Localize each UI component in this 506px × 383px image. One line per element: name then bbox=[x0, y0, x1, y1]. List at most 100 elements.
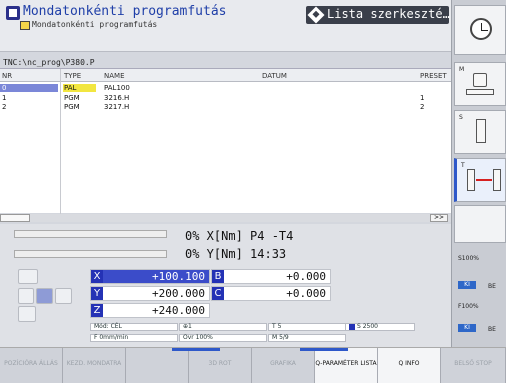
table-row[interactable]: 2 PGM 3217.H 2 bbox=[0, 103, 451, 111]
t-button[interactable]: T bbox=[454, 158, 506, 202]
axis-z-label: Z bbox=[91, 304, 103, 317]
scroll-right-button[interactable]: >> bbox=[430, 214, 448, 222]
right-small-button[interactable] bbox=[55, 288, 72, 304]
machine-base-icon bbox=[466, 89, 494, 95]
cell-name[interactable]: 3217.H bbox=[104, 103, 129, 111]
secondary-mode-label: Lista szerkeszté… bbox=[327, 7, 450, 21]
axis-x: X +100.100 bbox=[90, 269, 210, 284]
tool-axis-info: ⊕1 bbox=[179, 323, 267, 331]
mode-info: Mód: CÉL bbox=[90, 323, 178, 331]
cell-preset[interactable]: 1 bbox=[420, 94, 424, 102]
tool-info: T 5 bbox=[268, 323, 346, 331]
cell-nr[interactable]: 2 bbox=[2, 103, 6, 111]
axis-z-value: +240.000 bbox=[152, 304, 205, 317]
m-function-info: M 5/9 bbox=[268, 334, 346, 342]
axis-c-value: +0.000 bbox=[286, 287, 326, 300]
tool-axis-value: 1 bbox=[188, 323, 192, 330]
left-small-button[interactable] bbox=[18, 288, 34, 304]
axis-x-label: X bbox=[91, 270, 103, 283]
axis-b-value: +0.000 bbox=[286, 270, 326, 283]
axis-x-value: +100.100 bbox=[152, 270, 205, 283]
col-type: TYPE bbox=[64, 72, 82, 80]
tool-change-arrow-icon bbox=[476, 179, 492, 181]
pallet-table[interactable]: NR TYPE NAME DATUM PRESET 0 PAL PAL100 1… bbox=[0, 68, 451, 214]
axis-y-value: +200.000 bbox=[152, 287, 205, 300]
load-bar-x bbox=[14, 230, 167, 238]
clock-button[interactable] bbox=[454, 5, 506, 55]
cell-name[interactable]: 3216.H bbox=[104, 94, 129, 102]
spindle-info: S 2500 bbox=[345, 323, 415, 331]
feed-override-label: F100% bbox=[458, 303, 479, 310]
softkey-graphics[interactable]: GRAFIKA bbox=[252, 348, 315, 383]
machine-icon bbox=[473, 73, 487, 87]
col-preset: PRESET bbox=[420, 72, 447, 80]
horizontal-scrollbar[interactable]: >> bbox=[0, 214, 451, 222]
load-bar-y bbox=[14, 250, 167, 258]
cell-type[interactable]: PAL bbox=[63, 84, 96, 92]
softkey-q-info[interactable]: Q INFO bbox=[378, 348, 441, 383]
softkey-3d-rot[interactable]: 3D ROT bbox=[189, 348, 252, 383]
header: Mondatonkénti programfutás Mondatonkénti… bbox=[0, 0, 451, 52]
spindle-be[interactable]: BE bbox=[488, 283, 496, 290]
edit-mode-icon bbox=[307, 6, 325, 24]
softkey-empty[interactable] bbox=[126, 348, 189, 383]
col-datum: DATUM bbox=[262, 72, 287, 80]
cell-type[interactable]: PGM bbox=[64, 94, 80, 102]
tool-left-icon bbox=[467, 169, 475, 191]
softkey-level-indicator bbox=[172, 348, 220, 351]
scroll-thumb[interactable] bbox=[0, 214, 30, 222]
table-row[interactable]: 0 PAL PAL100 bbox=[0, 84, 451, 92]
spindle-override-label: S100% bbox=[458, 255, 479, 262]
status-line-1: 0% X[Nm] P4 -T4 bbox=[185, 229, 294, 243]
axis-b-label: B bbox=[212, 270, 224, 283]
feed-be[interactable]: BE bbox=[488, 326, 496, 333]
table-header: NR TYPE NAME DATUM PRESET bbox=[0, 69, 451, 82]
tool-right-icon bbox=[493, 169, 501, 191]
axis-c: C +0.000 bbox=[211, 286, 331, 301]
clock-icon bbox=[470, 18, 492, 40]
right-softkey-panel: M S T S100% KI BE F100% KI BE bbox=[451, 0, 506, 347]
refresh-button[interactable] bbox=[18, 269, 38, 284]
settings-button[interactable] bbox=[36, 288, 53, 304]
feed-info: F 0mm/min bbox=[90, 334, 178, 342]
table-row[interactable]: 1 PGM 3216.H 1 bbox=[0, 94, 451, 102]
m-button[interactable]: M bbox=[454, 62, 506, 106]
cell-nr[interactable]: 0 bbox=[0, 84, 58, 92]
axis-y: Y +200.000 bbox=[90, 286, 210, 301]
spindle-value: S 2500 bbox=[357, 323, 378, 330]
softkey-internal-stop[interactable]: BELSŐ STOP bbox=[441, 348, 506, 383]
softkey-start-block[interactable]: KEZD. MONDATRA bbox=[63, 348, 126, 383]
softkey-level-indicator bbox=[300, 348, 348, 351]
softkey-q-parameter-list[interactable]: Q-PARAMÉTER LISTA bbox=[315, 348, 378, 383]
softkey-positioning[interactable]: POZÍCIÓRA ÁLLÁS bbox=[0, 348, 63, 383]
file-path: TNC:\nc_prog\P380.P bbox=[3, 58, 95, 67]
position-display: X +100.100 Y +200.000 Z +240.000 B +0.00… bbox=[0, 266, 451, 347]
cell-nr[interactable]: 1 bbox=[2, 94, 6, 102]
status-line-2: 0% Y[Nm] 14:33 bbox=[185, 247, 287, 261]
lower-small-button[interactable] bbox=[18, 306, 36, 322]
mode-subtitle: Mondatonkénti programfutás bbox=[32, 20, 158, 29]
override-info: Ovr 100% bbox=[179, 334, 267, 342]
cell-preset[interactable]: 2 bbox=[420, 103, 424, 111]
spindle-icon bbox=[349, 324, 355, 330]
cell-type[interactable]: PGM bbox=[64, 103, 80, 111]
axis-b: B +0.000 bbox=[211, 269, 331, 284]
feed-ki[interactable]: KI bbox=[458, 324, 476, 332]
mode-title: Mondatonkénti programfutás bbox=[23, 4, 227, 19]
t-label: T bbox=[461, 162, 465, 169]
col-name: NAME bbox=[104, 72, 125, 80]
axis-c-label: C bbox=[212, 287, 224, 300]
m-label: M bbox=[459, 66, 465, 73]
axis-y-label: Y bbox=[91, 287, 103, 300]
blank-right-button[interactable] bbox=[454, 205, 506, 243]
spindle-tool-icon bbox=[476, 119, 486, 143]
softkey-bar: POZÍCIÓRA ÁLLÁS KEZD. MONDATRA 3D ROT GR… bbox=[0, 347, 506, 383]
secondary-mode-button[interactable]: Lista szerkeszté… bbox=[306, 6, 450, 24]
s-label: S bbox=[459, 114, 463, 121]
spindle-ki[interactable]: KI bbox=[458, 281, 476, 289]
axis-z: Z +240.000 bbox=[90, 303, 210, 318]
s-button[interactable]: S bbox=[454, 110, 506, 154]
file-icon bbox=[20, 21, 30, 30]
program-run-icon bbox=[6, 6, 20, 20]
cell-name[interactable]: PAL100 bbox=[104, 84, 130, 92]
